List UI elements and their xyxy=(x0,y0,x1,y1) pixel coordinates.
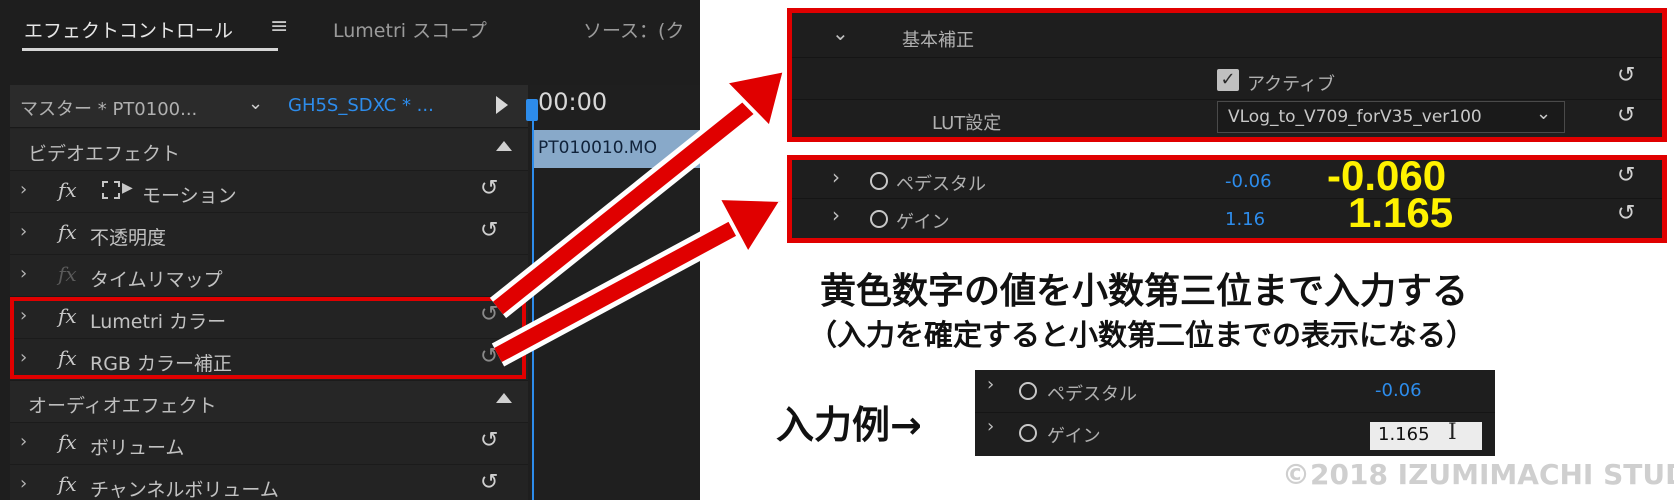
example-gain-label: ゲイン xyxy=(1047,426,1101,447)
example-pedestal-value[interactable]: -0.06 xyxy=(1375,380,1422,401)
basic-correction-panel: ⌄ 基本補正 ✓ アクティブ ↺ LUT設定 VLog_to_V709_forV… xyxy=(787,8,1667,142)
gain-input-text: 1.165 xyxy=(1378,424,1430,445)
reset-icon[interactable]: ↺ xyxy=(1617,201,1635,226)
chevron-right-icon[interactable]: › xyxy=(987,374,994,395)
gain-text-input[interactable]: 1.165 xyxy=(1370,422,1482,450)
gain-label: ゲイン xyxy=(896,212,950,233)
lut-value: VLog_to_V709_forV35_ver100 xyxy=(1228,107,1482,127)
divider xyxy=(792,57,1662,58)
divider xyxy=(975,412,1495,413)
pedestal-gain-panel: › ペデスタル -0.06 -0.060 ↺ › ゲイン 1.16 1.165 … xyxy=(787,152,1667,243)
reset-icon[interactable]: ↺ xyxy=(1617,63,1635,88)
pedestal-label: ペデスタル xyxy=(896,174,986,195)
watermark: ©2018 IZUMIMACHI STUDIO xyxy=(1282,458,1674,491)
text-cursor-icon: I xyxy=(1448,420,1457,445)
example-pedestal-label: ペデスタル xyxy=(1047,384,1137,405)
basic-correction-header: 基本補正 xyxy=(902,30,974,51)
chevron-right-icon[interactable]: › xyxy=(832,165,840,189)
caption-line-1: 黄色数字の値を小数第三位まで入力する xyxy=(820,271,1469,312)
lut-label: LUT設定 xyxy=(932,113,1002,134)
chevron-right-icon[interactable]: › xyxy=(987,416,994,437)
divider xyxy=(792,198,1662,199)
example-label: 入力例→ xyxy=(776,403,922,447)
active-label: アクティブ xyxy=(1247,74,1336,95)
stopwatch-icon[interactable] xyxy=(1019,424,1037,442)
gain-value[interactable]: 1.16 xyxy=(1225,209,1265,230)
reset-icon[interactable]: ↺ xyxy=(1617,103,1635,128)
lut-dropdown[interactable]: VLog_to_V709_forV35_ver100 ⌄ xyxy=(1217,101,1565,133)
chevron-right-icon[interactable]: › xyxy=(832,203,840,227)
stopwatch-icon[interactable] xyxy=(870,172,888,190)
divider xyxy=(792,99,1662,100)
caption-line-2: （入力を確定すると小数第二位までの表示になる） xyxy=(808,318,1476,352)
reset-icon[interactable]: ↺ xyxy=(1617,163,1635,188)
stopwatch-icon[interactable] xyxy=(1019,382,1037,400)
pedestal-value[interactable]: -0.06 xyxy=(1225,171,1272,192)
chevron-down-icon: ⌄ xyxy=(1536,103,1552,124)
chevron-down-icon[interactable]: ⌄ xyxy=(832,21,849,45)
active-checkbox[interactable]: ✓ xyxy=(1217,69,1239,91)
gain-input-value: 1.165 xyxy=(1348,189,1454,236)
stopwatch-icon[interactable] xyxy=(870,210,888,228)
